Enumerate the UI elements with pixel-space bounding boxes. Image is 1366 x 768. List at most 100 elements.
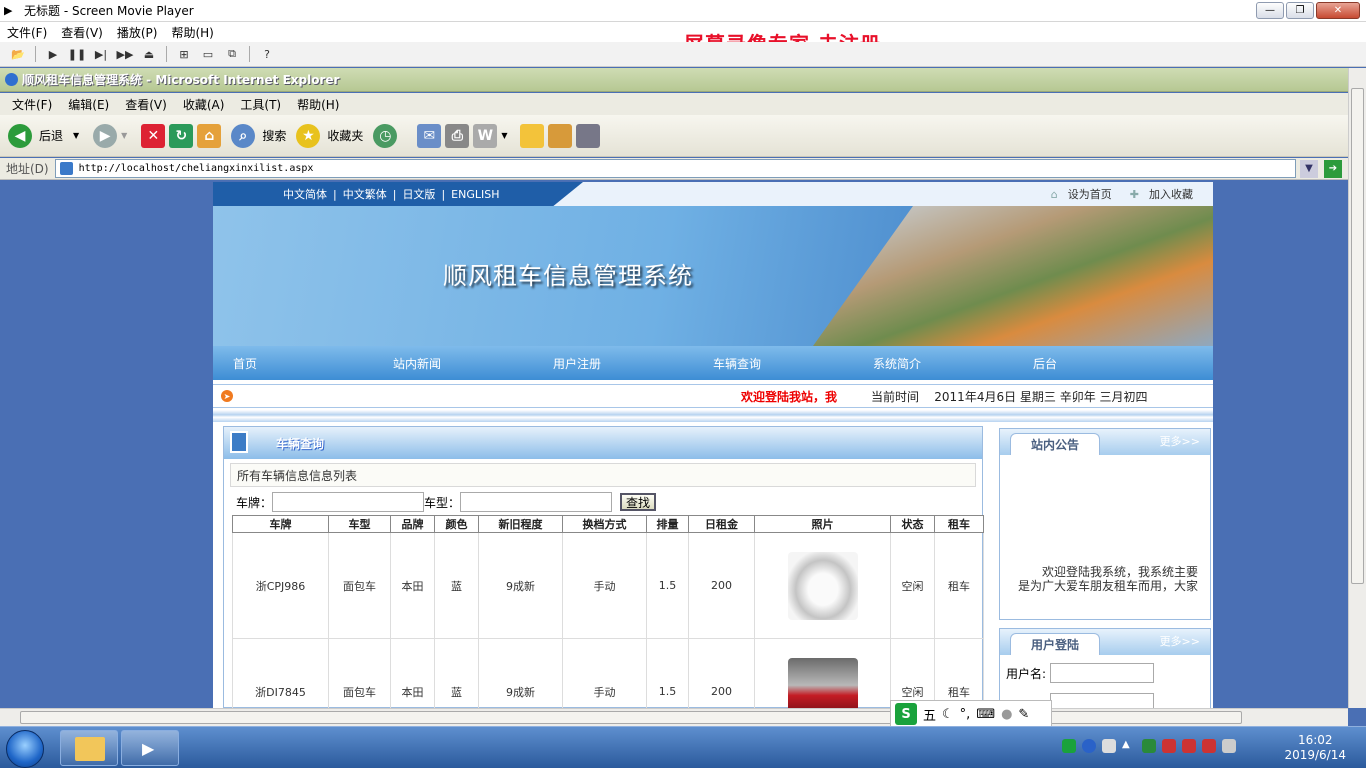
play-icon[interactable]: ▶ [43, 45, 63, 63]
car-photo[interactable] [787, 657, 858, 708]
vertical-scroll-thumb[interactable] [1351, 88, 1364, 584]
refresh-icon[interactable]: ↻ [169, 123, 194, 148]
explorer-taskbar-button[interactable] [60, 730, 118, 766]
address-input[interactable]: http://localhost/cheliangxinxilist.aspx [54, 159, 1296, 178]
security-tray-icon[interactable] [1162, 739, 1176, 753]
search-button-label[interactable]: 搜索 [262, 127, 286, 144]
nav-admin[interactable]: 后台 [1013, 355, 1173, 372]
cell-condition: 9成新 [478, 638, 563, 708]
mail-icon[interactable]: ✉ [417, 123, 442, 148]
clock[interactable]: 16:02 2019/6/14 [1284, 733, 1346, 763]
col-type: 车型 [328, 515, 391, 533]
type-input[interactable] [460, 492, 613, 512]
welcome-marquee: 欢迎登陆我站，我 [741, 389, 838, 404]
moon-icon[interactable]: ☾ [942, 707, 954, 722]
pause-icon[interactable]: ❚❚ [67, 45, 87, 63]
plate-input[interactable] [272, 492, 425, 512]
step-forward-icon[interactable]: ▶| [91, 45, 111, 63]
user-icon[interactable]: ● [1001, 707, 1012, 722]
rent-link[interactable]: 租车 [934, 638, 984, 708]
print-icon[interactable]: ⎙ [445, 123, 470, 148]
research-icon[interactable] [547, 123, 572, 148]
table-header-row: 车牌 车型 品牌 颜色 新旧程度 换档方式 排量 日租金 照片 状态 租车 [232, 515, 984, 533]
nav-home[interactable]: 首页 [213, 355, 373, 372]
forward-arrow-icon[interactable]: ▶ [93, 123, 118, 148]
ime-tray-icon[interactable] [1102, 739, 1116, 753]
add-favorite-link[interactable]: 加入收藏 [1149, 186, 1193, 202]
edit-dropdown-icon[interactable]: ▼ [501, 131, 507, 140]
player-menu-play[interactable]: 播放(P) [110, 24, 165, 41]
maximize-button[interactable]: ❐ [1286, 2, 1314, 19]
player-menu-help[interactable]: 帮助(H) [164, 24, 220, 41]
ie-menu-help[interactable]: 帮助(H) [289, 96, 347, 113]
lang-simplified[interactable]: 中文简体 [283, 186, 327, 202]
cell-plate: 浙DI7845 [232, 638, 329, 708]
messenger-icon[interactable] [575, 123, 600, 148]
volume-tray-icon[interactable] [1182, 739, 1196, 753]
find-button[interactable]: 查找 [620, 493, 657, 511]
nav-news[interactable]: 站内新闻 [373, 355, 533, 372]
wrench-icon[interactable]: ✎ [1018, 707, 1029, 722]
tray-expand-icon[interactable]: ▲ [1122, 739, 1136, 753]
lang-traditional[interactable]: 中文繁体 [343, 186, 387, 202]
home-icon[interactable]: ⌂ [197, 123, 222, 148]
lang-english[interactable]: ENGLISH [451, 188, 499, 201]
horizontal-scroll-thumb[interactable] [20, 711, 1242, 724]
ie-menu-favorites[interactable]: 收藏(A) [175, 96, 233, 113]
cell-brand: 本田 [390, 638, 435, 708]
rent-link[interactable]: 租车 [934, 532, 984, 639]
search-icon[interactable]: ⌕ [231, 123, 256, 148]
help-tray-icon[interactable] [1082, 739, 1096, 753]
keyboard-icon[interactable]: ⌨ [976, 707, 995, 722]
favorites-button-label[interactable]: 收藏夹 [327, 127, 363, 144]
lang-japanese[interactable]: 日文版 [402, 186, 435, 202]
history-icon[interactable]: ◷ [373, 123, 398, 148]
network-icon[interactable] [1222, 739, 1236, 753]
password-input[interactable] [1050, 693, 1154, 708]
sogou-logo-icon[interactable]: S [895, 703, 917, 725]
nav-vehicle-search[interactable]: 车辆查询 [693, 355, 853, 372]
start-button[interactable] [6, 730, 44, 768]
ime-mode[interactable]: 五 [923, 705, 936, 724]
ie-menu-view[interactable]: 查看(V) [117, 96, 175, 113]
address-dropdown-icon[interactable]: ▼ [1300, 159, 1318, 178]
back-arrow-icon[interactable]: ◀ [8, 123, 32, 148]
nav-about[interactable]: 系统简介 [853, 355, 1013, 372]
horizontal-scrollbar[interactable] [0, 708, 1348, 726]
discuss-icon[interactable] [519, 123, 544, 148]
player-taskbar-button[interactable]: ▶ [121, 730, 179, 766]
minimize-button[interactable]: — [1256, 2, 1284, 19]
eject-icon[interactable]: ⏏ [139, 45, 159, 63]
close-button[interactable]: ✕ [1316, 2, 1360, 19]
fast-forward-icon[interactable]: ▶▶ [115, 45, 135, 63]
forward-dropdown-icon[interactable]: ▼ [121, 131, 127, 140]
sogou-tray-icon[interactable] [1062, 739, 1076, 753]
window-size-icon[interactable]: ▭ [198, 45, 218, 63]
punctuation-icon[interactable]: °, [960, 707, 971, 722]
action-center-icon[interactable] [1202, 739, 1216, 753]
nav-register[interactable]: 用户注册 [533, 355, 693, 372]
stop-icon[interactable]: ✕ [141, 123, 166, 148]
ie-menu-tools[interactable]: 工具(T) [232, 96, 289, 113]
set-home-link[interactable]: 设为首页 [1068, 186, 1112, 202]
fit-window-icon[interactable]: ⊞ [174, 45, 194, 63]
fullscreen-icon[interactable]: ⧉ [222, 45, 242, 63]
login-more-link[interactable]: 更多>> [1160, 633, 1200, 649]
vertical-scrollbar[interactable] [1348, 68, 1366, 708]
ie-menu-edit[interactable]: 编辑(E) [60, 96, 117, 113]
go-arrow-icon[interactable]: ➔ [1324, 159, 1342, 178]
favorites-star-icon[interactable]: ★ [296, 123, 321, 148]
car-photo[interactable] [787, 551, 858, 620]
back-dropdown-icon[interactable]: ▼ [73, 131, 79, 140]
back-button-label[interactable]: 后退 [39, 127, 63, 144]
notice-more-link[interactable]: 更多>> [1160, 433, 1200, 449]
address-url[interactable]: http://localhost/cheliangxinxilist.aspx [79, 163, 314, 174]
player-menu-file[interactable]: 文件(F) [0, 24, 54, 41]
help-icon[interactable]: ? [257, 45, 277, 63]
flag-tray-icon[interactable] [1142, 739, 1156, 753]
ie-menu-file[interactable]: 文件(F) [4, 96, 60, 113]
player-menu-view[interactable]: 查看(V) [54, 24, 110, 41]
edit-icon[interactable]: W [473, 123, 498, 148]
open-icon[interactable]: 📂 [8, 45, 28, 63]
username-input[interactable] [1050, 663, 1155, 683]
